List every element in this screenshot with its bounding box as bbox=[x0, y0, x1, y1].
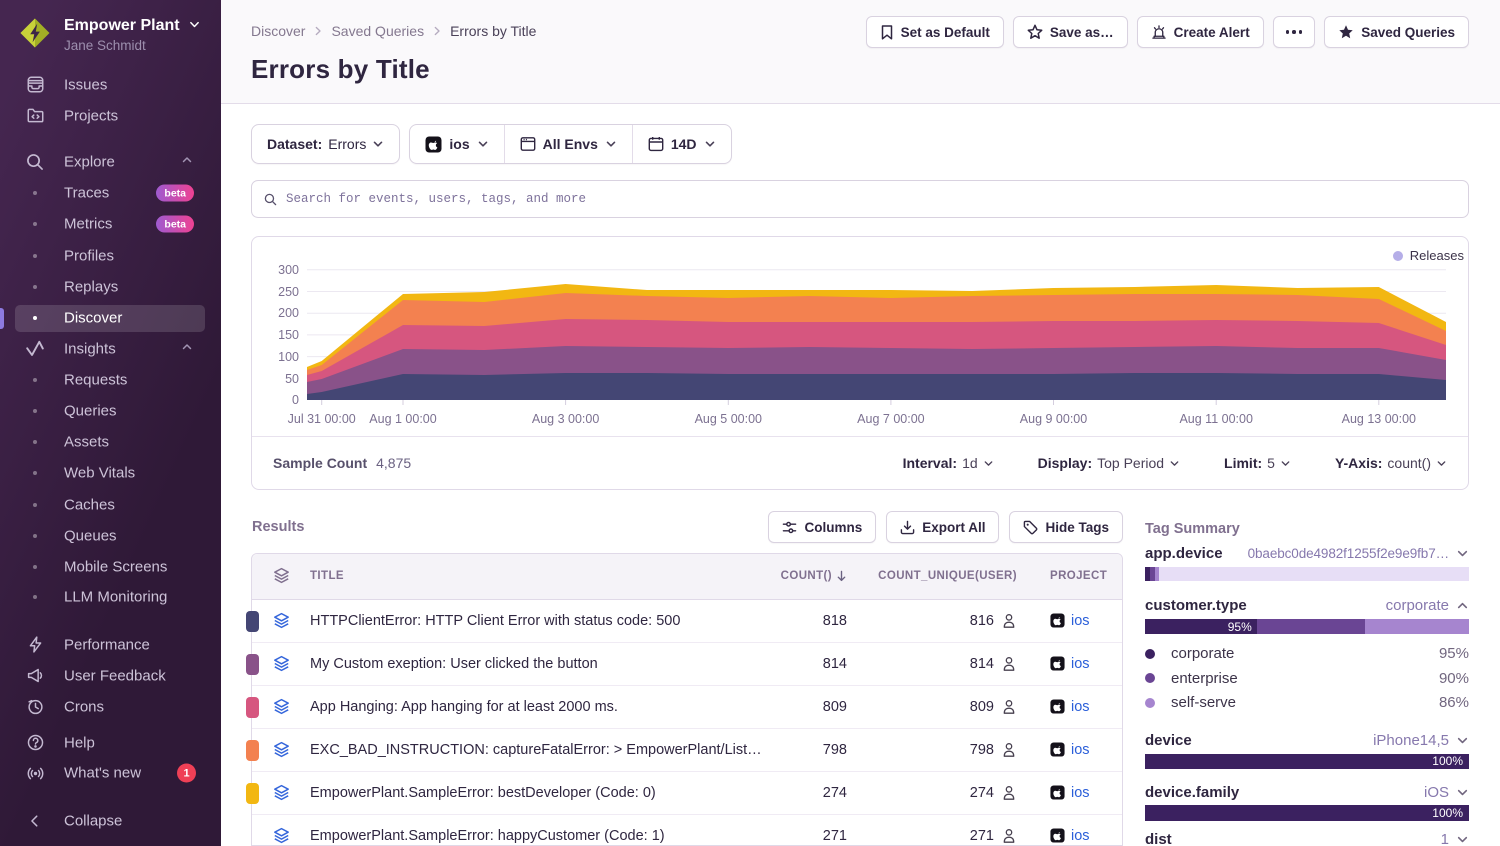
svg-text:0: 0 bbox=[292, 393, 299, 407]
svg-text:100: 100 bbox=[278, 350, 299, 364]
svg-text:200: 200 bbox=[278, 306, 299, 320]
svg-text:300: 300 bbox=[278, 263, 299, 277]
svg-text:150: 150 bbox=[278, 328, 299, 342]
svg-text:50: 50 bbox=[285, 372, 299, 386]
svg-text:250: 250 bbox=[278, 285, 299, 299]
